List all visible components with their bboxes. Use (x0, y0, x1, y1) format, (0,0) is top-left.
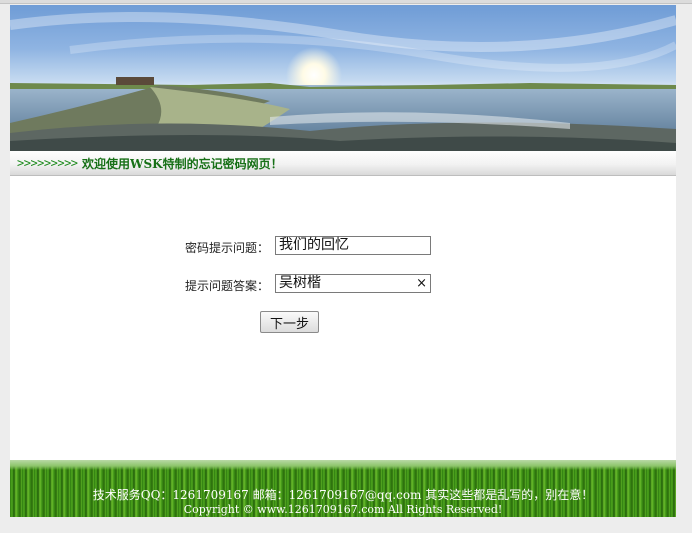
footer-copyright: Copyright © www.1261709167.com All Right… (183, 503, 503, 516)
welcome-arrows: >>>>>>>>> (17, 156, 78, 170)
security-question-input[interactable]: 我们的回忆 (275, 236, 431, 255)
page-container: >>>>>>>>> 欢迎使用WSK特制的忘记密码网页！ 密码提示问题： 我们的回… (10, 5, 676, 517)
security-answer-label: 提示问题答案： (185, 279, 270, 293)
security-answer-value: 吴树楷 (279, 275, 321, 291)
header-banner-image (10, 5, 676, 151)
security-question-value: 我们的回忆 (279, 237, 349, 253)
footer: 技术服务QQ：1261709167 邮箱：1261709167@qq.com 其… (10, 460, 676, 517)
welcome-message: 欢迎使用WSK特制的忘记密码网页！ (82, 157, 283, 171)
footer-grass-highlight (10, 460, 676, 470)
footer-contact-text: 技术服务QQ：1261709167 邮箱：1261709167@qq.com 其… (92, 488, 594, 502)
next-step-button[interactable]: 下一步 (260, 311, 319, 333)
security-question-label: 密码提示问题： (185, 241, 270, 255)
panorama-landscape-image (10, 12, 676, 151)
top-border (0, 0, 692, 4)
security-answer-input[interactable]: 吴树楷 × (275, 274, 431, 293)
clear-icon[interactable]: × (416, 275, 427, 292)
welcome-bar: >>>>>>>>> 欢迎使用WSK特制的忘记密码网页！ (10, 151, 676, 176)
